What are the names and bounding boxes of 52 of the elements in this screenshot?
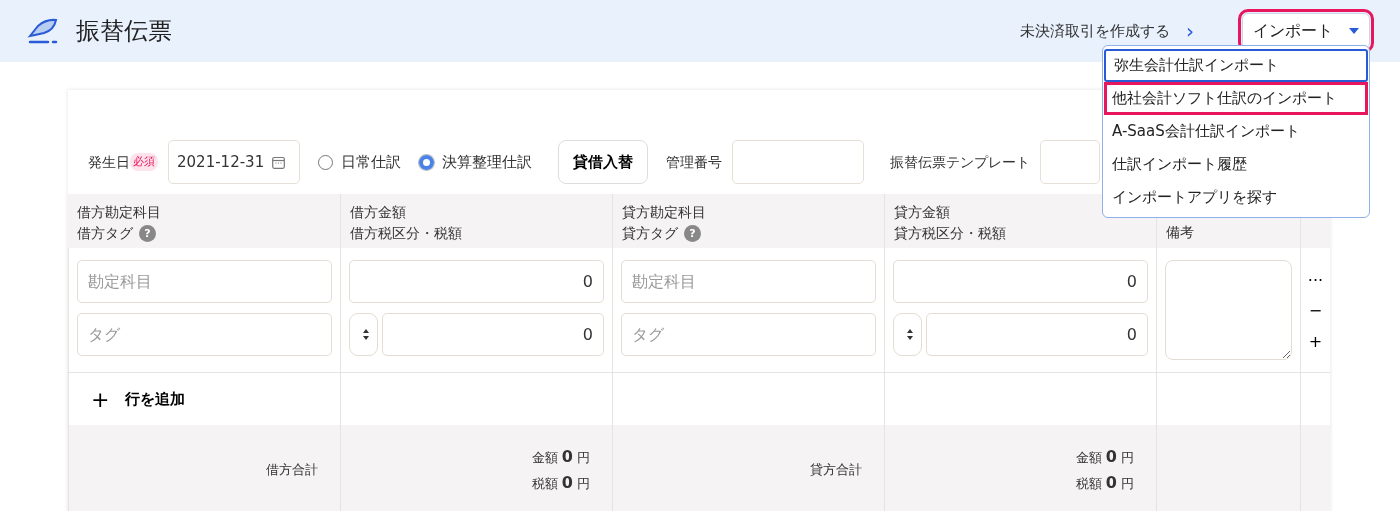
sort-icon xyxy=(363,329,369,340)
account-field[interactable]: 勘定科目 xyxy=(621,260,876,303)
input-field[interactable] xyxy=(732,140,864,184)
radio-icon[interactable] xyxy=(419,154,434,170)
row-action-button[interactable]: + xyxy=(1308,326,1323,358)
column-header: 借方タグ xyxy=(77,223,133,243)
create-link[interactable]: 未決済取引を作成する › xyxy=(1020,16,1194,46)
total-label: 借方合計 xyxy=(266,461,318,480)
help-icon[interactable]: ? xyxy=(139,224,156,242)
amount-field[interactable]: 0 xyxy=(349,260,604,303)
sort-icon xyxy=(907,329,913,340)
date-field[interactable]: 2021-12-31 xyxy=(168,140,300,184)
caret-icon[interactable] xyxy=(1349,28,1359,34)
tax-select[interactable] xyxy=(349,313,378,356)
field-label: 振替伝票テンプレート xyxy=(890,152,1030,172)
column-header: 借方税区分・税額 xyxy=(350,223,462,243)
quill-pen-icon xyxy=(26,18,60,44)
page-title: 振替伝票 xyxy=(76,16,172,47)
tag-field[interactable]: タグ xyxy=(621,313,876,356)
total-label: 貸方合計 xyxy=(810,461,862,480)
input-field[interactable] xyxy=(1040,140,1100,184)
help-icon[interactable]: ? xyxy=(684,224,701,242)
row-action-button[interactable]: ··· xyxy=(1307,266,1324,297)
column-header: 借方勘定科目 xyxy=(77,203,161,222)
required-badge: 必須 xyxy=(130,152,158,172)
account-field[interactable]: 勘定科目 xyxy=(77,260,332,303)
radio-option[interactable]: 日常仕訳 xyxy=(318,150,401,174)
calendar-icon xyxy=(272,155,286,169)
total-value: 金額 0 円 xyxy=(1075,445,1134,468)
tax-select[interactable] xyxy=(893,313,922,356)
column-header: 備考 xyxy=(1166,223,1194,242)
row-action-button[interactable]: − xyxy=(1308,296,1323,327)
add-row-button[interactable]: + 行を追加 xyxy=(69,373,186,425)
field-label: 発生日 xyxy=(88,152,130,172)
swap-button[interactable]: 貸借入替 xyxy=(558,140,648,184)
tag-field[interactable]: タグ xyxy=(77,313,332,356)
field-label: 管理番号 xyxy=(666,152,722,172)
menu-item[interactable]: 他社会計ソフト仕訳のインポート xyxy=(1104,82,1368,115)
column-header: 借方金額 xyxy=(350,203,406,222)
column-header: 貸方勘定科目 xyxy=(622,203,706,222)
total-value: 税額 0 円 xyxy=(1075,472,1134,494)
column-header: 貸方金額 xyxy=(894,203,950,222)
total-value: 金額 0 円 xyxy=(531,445,590,468)
total-value: 税額 0 円 xyxy=(531,472,590,494)
memo-field[interactable] xyxy=(1165,260,1292,360)
tax-field[interactable]: 0 xyxy=(382,313,604,356)
tax-field[interactable]: 0 xyxy=(926,313,1148,356)
menu-item[interactable]: 弥生会計仕訳インポート xyxy=(1104,49,1368,82)
column-header: 貸方タグ xyxy=(622,223,678,243)
column-header: 貸方税区分・税額 xyxy=(894,223,1006,243)
amount-field[interactable]: 0 xyxy=(893,260,1148,303)
radio-option[interactable]: 決算整理仕訳 xyxy=(419,150,532,174)
